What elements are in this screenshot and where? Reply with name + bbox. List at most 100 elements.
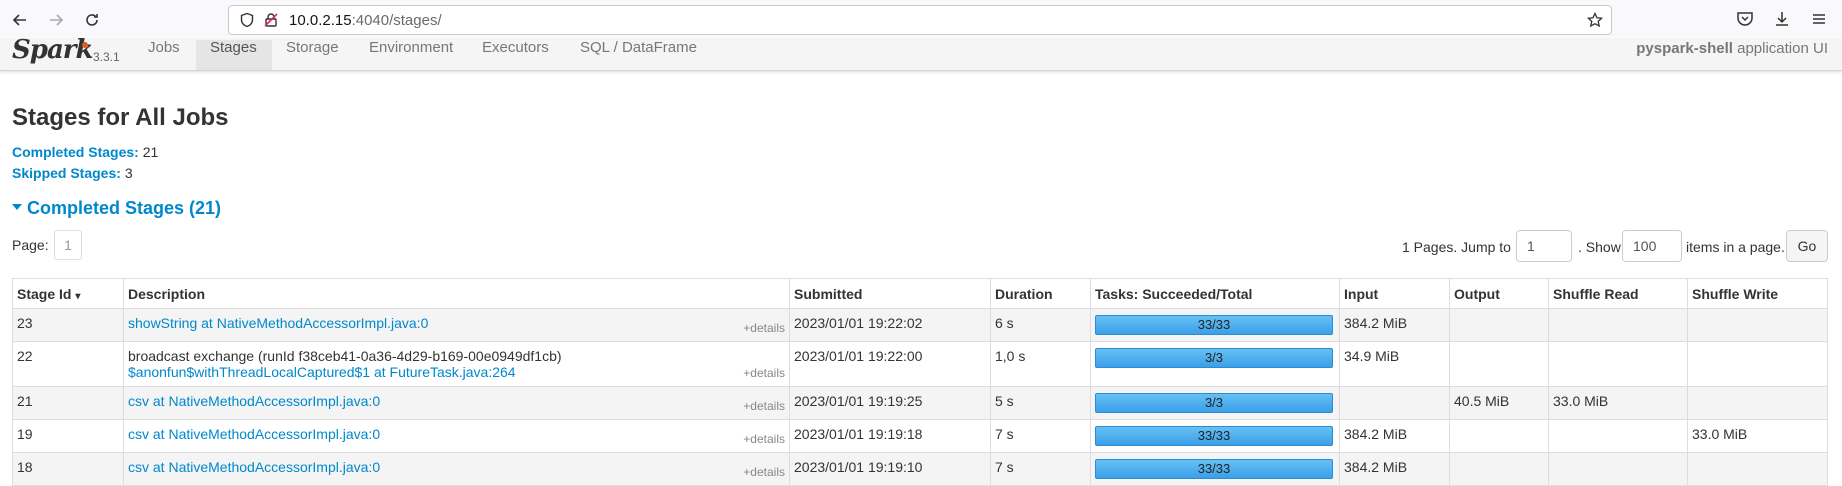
- duration-cell: 7 s: [990, 419, 1091, 453]
- submitted-cell: 2023/01/01 19:22:02: [789, 308, 991, 342]
- url-bar[interactable]: 10.0.2.15:4040/stages/: [228, 5, 1612, 35]
- duration-cell: 5 s: [990, 386, 1091, 420]
- col-stage-id[interactable]: Stage Id ▾: [12, 278, 124, 309]
- col-output[interactable]: Output: [1449, 278, 1549, 309]
- col-shuffle-read[interactable]: Shuffle Read: [1548, 278, 1688, 309]
- page-title: Stages for All Jobs: [12, 104, 229, 131]
- page-size-input[interactable]: 100: [1622, 230, 1682, 262]
- forward-icon[interactable]: [44, 8, 68, 32]
- pages-jump-label: 1 Pages. Jump to: [1402, 239, 1511, 255]
- completed-stages-header[interactable]: Completed Stages (21): [12, 198, 221, 219]
- completed-stages-summary: Completed Stages: 21: [12, 144, 158, 160]
- tasks-cell: 33/33: [1090, 308, 1340, 342]
- app-suffix: application UI: [1737, 40, 1828, 57]
- shuffle-write-cell: 33.0 MiB: [1687, 419, 1828, 453]
- table-row: 19 csv at NativeMethodAccessorImpl.java:0…: [12, 419, 1828, 453]
- col-submitted[interactable]: Submitted: [789, 278, 991, 309]
- col-description[interactable]: Description: [123, 278, 790, 309]
- details-toggle[interactable]: +details: [743, 321, 785, 335]
- output-cell: [1449, 341, 1549, 387]
- input-cell: 34.9 MiB: [1339, 341, 1450, 387]
- duration-cell: 1,0 s: [990, 341, 1091, 387]
- spark-navbar: Spark 3.3.1 Jobs Stages Storage Environm…: [0, 35, 1842, 71]
- col-shuffle-write[interactable]: Shuffle Write: [1687, 278, 1828, 309]
- tasks-progress-bar: 33/33: [1095, 459, 1333, 479]
- duration-cell: 6 s: [990, 308, 1091, 342]
- details-toggle[interactable]: +details: [743, 432, 785, 446]
- tab-storage[interactable]: Storage: [272, 40, 366, 70]
- tasks-progress-bar: 33/33: [1095, 426, 1333, 446]
- description-cell: showString at NativeMethodAccessorImpl.j…: [123, 308, 790, 342]
- details-toggle[interactable]: +details: [743, 366, 785, 380]
- stage-description-text: broadcast exchange (runId f38ceb41-0a36-…: [128, 348, 562, 364]
- shuffle-read-cell: [1548, 341, 1688, 387]
- input-cell: [1339, 386, 1450, 420]
- shuffle-read-cell: [1548, 452, 1688, 486]
- table-row: 21 csv at NativeMethodAccessorImpl.java:0…: [12, 386, 1828, 420]
- url-path: :4040/stages/: [351, 12, 442, 29]
- tasks-progress-bar: 33/33: [1095, 315, 1333, 335]
- tasks-progress-bar: 3/3: [1095, 348, 1333, 368]
- reload-icon[interactable]: [80, 8, 104, 32]
- table-header-row: Stage Id ▾ Description Submitted Duratio…: [12, 278, 1828, 309]
- shuffle-read-cell: 33.0 MiB: [1548, 386, 1688, 420]
- tasks-cell: 33/33: [1090, 452, 1340, 486]
- col-tasks[interactable]: Tasks: Succeeded/Total: [1090, 278, 1340, 309]
- show-label: . Show: [1578, 239, 1621, 255]
- app-title: pyspark-shell application UI: [1636, 40, 1828, 57]
- table-row: 23 showString at NativeMethodAccessorImpl…: [12, 308, 1828, 342]
- jump-to-page-input[interactable]: 1: [1516, 230, 1572, 262]
- skipped-stages-count: 3: [124, 165, 133, 181]
- shuffle-write-cell: [1687, 386, 1828, 420]
- stage-description-link[interactable]: $anonfun$withThreadLocalCaptured$1 at Fu…: [128, 364, 516, 380]
- tab-environment[interactable]: Environment: [366, 40, 480, 70]
- stage-description-link[interactable]: showString at NativeMethodAccessorImpl.j…: [128, 315, 428, 331]
- skipped-stages-link[interactable]: Skipped Stages:: [12, 165, 121, 181]
- url-text[interactable]: 10.0.2.15:4040/stages/: [289, 12, 442, 29]
- input-cell: 384.2 MiB: [1339, 452, 1450, 486]
- submitted-cell: 2023/01/01 19:19:25: [789, 386, 991, 420]
- details-toggle[interactable]: +details: [743, 399, 785, 413]
- stage-description-link[interactable]: csv at NativeMethodAccessorImpl.java:0: [128, 459, 380, 475]
- stage-description-link[interactable]: csv at NativeMethodAccessorImpl.java:0: [128, 426, 380, 442]
- collapse-caret-icon: [12, 204, 22, 211]
- tab-sql-dataframe[interactable]: SQL / DataFrame: [580, 40, 710, 70]
- stage-description-link[interactable]: csv at NativeMethodAccessorImpl.java:0: [128, 393, 380, 409]
- tasks-progress-label: 33/33: [1197, 428, 1231, 443]
- section-title: Completed Stages (21): [27, 198, 222, 218]
- stage-id-cell: 19: [12, 419, 124, 453]
- stage-id-cell: 18: [12, 452, 124, 486]
- submitted-cell: 2023/01/01 19:19:10: [789, 452, 991, 486]
- input-cell: 384.2 MiB: [1339, 308, 1450, 342]
- description-cell: csv at NativeMethodAccessorImpl.java:0 +d…: [123, 419, 790, 453]
- spark-version: 3.3.1: [93, 50, 120, 64]
- col-input[interactable]: Input: [1339, 278, 1450, 309]
- tab-executors[interactable]: Executors: [482, 40, 576, 70]
- app-name: pyspark-shell: [1636, 40, 1733, 57]
- tab-stages[interactable]: Stages: [196, 40, 272, 70]
- back-icon[interactable]: [8, 8, 32, 32]
- insecure-lock-icon[interactable]: [263, 12, 279, 28]
- spark-logo-star-icon: [82, 42, 88, 48]
- shuffle-write-cell: [1687, 341, 1828, 387]
- bookmark-star-icon[interactable]: [1587, 12, 1603, 28]
- details-toggle[interactable]: +details: [743, 465, 785, 479]
- page-label: Page:: [12, 237, 49, 253]
- shield-icon[interactable]: [239, 12, 255, 28]
- completed-stages-link[interactable]: Completed Stages:: [12, 144, 139, 160]
- col-duration[interactable]: Duration: [990, 278, 1091, 309]
- spark-logo[interactable]: Spark: [12, 35, 94, 65]
- shuffle-read-cell: [1548, 308, 1688, 342]
- output-cell: [1449, 452, 1549, 486]
- pocket-icon[interactable]: [1736, 10, 1754, 28]
- description-cell: csv at NativeMethodAccessorImpl.java:0 +d…: [123, 386, 790, 420]
- downloads-icon[interactable]: [1773, 10, 1791, 28]
- go-button[interactable]: Go: [1786, 230, 1828, 262]
- table-row: 18 csv at NativeMethodAccessorImpl.java:0…: [12, 452, 1828, 486]
- description-cell: csv at NativeMethodAccessorImpl.java:0 +d…: [123, 452, 790, 486]
- menu-icon[interactable]: [1810, 10, 1828, 28]
- tasks-progress-label: 3/3: [1204, 350, 1224, 365]
- tasks-progress-label: 33/33: [1197, 317, 1231, 332]
- page-number-button[interactable]: 1: [54, 230, 82, 260]
- submitted-cell: 2023/01/01 19:22:00: [789, 341, 991, 387]
